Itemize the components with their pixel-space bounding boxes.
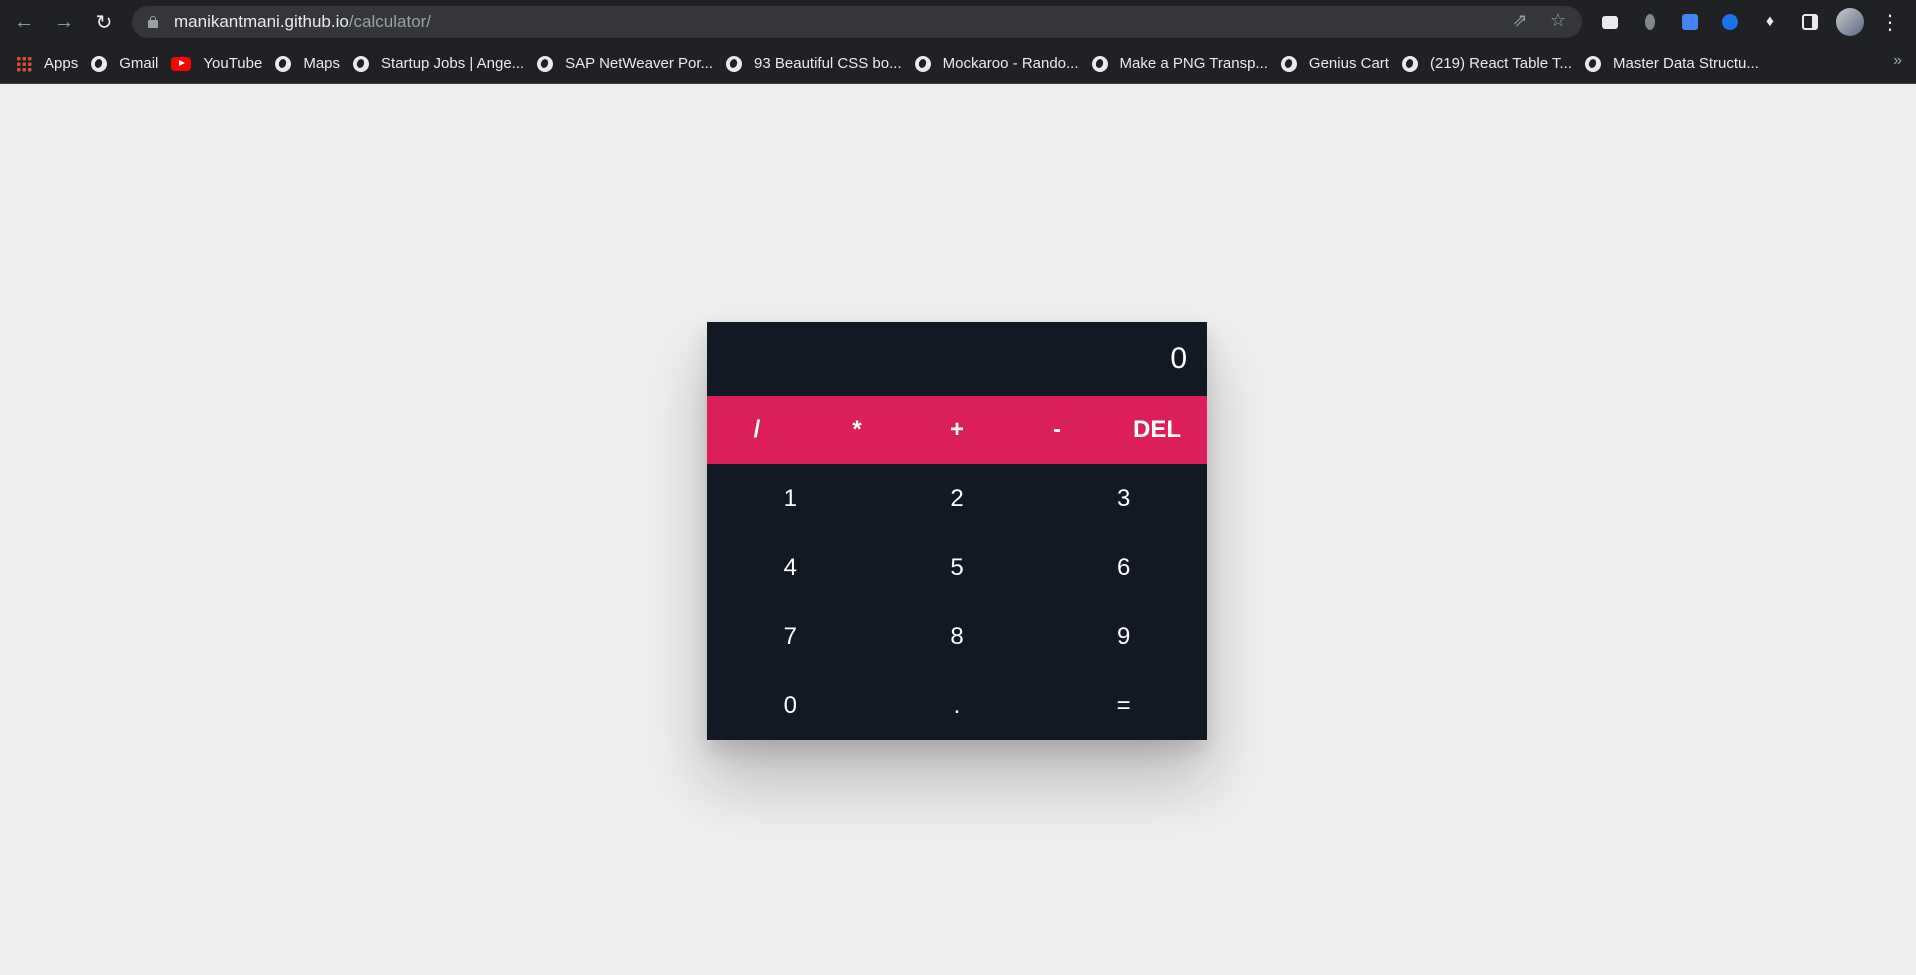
bookmark-label: Master Data Structu... xyxy=(1613,55,1759,72)
bookmarks-bar: Apps Gmail YouTube Maps Startup Jobs | A… xyxy=(0,44,1916,84)
bookmark-maps[interactable]: Maps xyxy=(271,50,349,78)
calculator-display: 0 xyxy=(1170,342,1187,375)
extensions-puzzle-icon[interactable]: ♦ xyxy=(1756,8,1784,36)
globe-icon xyxy=(537,55,554,72)
digit-6-button[interactable]: 6 xyxy=(1040,533,1207,602)
bookmark-label: Gmail xyxy=(119,55,159,72)
digit-2-button[interactable]: 2 xyxy=(874,464,1041,533)
url-path: /calculator/ xyxy=(348,12,432,31)
bookmark-label: Make a PNG Transp... xyxy=(1119,55,1268,72)
extension-icon[interactable] xyxy=(1636,8,1664,36)
address-bar[interactable]: manikantmani.github.io/calculator/ ⇗ ☆ xyxy=(132,6,1582,38)
bookmark-label: Apps xyxy=(44,55,79,72)
forward-arrow-icon[interactable]: → xyxy=(50,8,78,36)
globe-icon xyxy=(1091,55,1108,72)
globe-icon xyxy=(914,55,931,72)
bookmark-png-transparent[interactable]: Make a PNG Transp... xyxy=(1088,50,1277,78)
bookmark-master-dsa[interactable]: Master Data Structu... xyxy=(1581,50,1768,78)
multiply-button[interactable]: * xyxy=(807,396,907,464)
bookmark-genius-cart[interactable]: Genius Cart xyxy=(1277,50,1398,78)
apps-grid-icon xyxy=(16,55,32,72)
translate-extension-icon[interactable] xyxy=(1676,8,1704,36)
globe-icon xyxy=(1585,55,1601,72)
globe-icon xyxy=(275,55,292,72)
globe-icon xyxy=(1401,55,1418,72)
delete-button[interactable]: DEL xyxy=(1107,396,1207,464)
more-bookmarks-chevron-icon[interactable]: » xyxy=(1893,52,1902,70)
bookmark-gmail[interactable]: Gmail xyxy=(87,50,167,78)
equals-button[interactable]: = xyxy=(1040,671,1207,740)
calculator: 0 / * + - DEL 1 2 3 4 5 6 7 8 9 0 . = xyxy=(707,322,1207,740)
browser-toolbar: ← → ↻ manikantmani.github.io/calculator/… xyxy=(0,0,1916,44)
lock-icon[interactable] xyxy=(148,16,158,28)
media-extension-icon[interactable] xyxy=(1596,8,1624,36)
digit-9-button[interactable]: 9 xyxy=(1040,602,1207,671)
menu-kebab-icon[interactable]: ⋮ xyxy=(1876,8,1904,36)
bookmark-apps[interactable]: Apps xyxy=(12,50,87,78)
globe-icon xyxy=(1280,55,1297,72)
digit-4-button[interactable]: 4 xyxy=(707,533,874,602)
bookmark-react-table[interactable]: (219) React Table T... xyxy=(1398,50,1581,78)
digit-5-button[interactable]: 5 xyxy=(874,533,1041,602)
url-host: manikantmani.github.io xyxy=(174,12,349,31)
bookmark-label: 93 Beautiful CSS bo... xyxy=(754,55,902,72)
subtract-button[interactable]: - xyxy=(1007,396,1107,464)
profile-avatar[interactable] xyxy=(1836,8,1864,36)
divide-button[interactable]: / xyxy=(707,396,807,464)
bookmark-label: Maps xyxy=(303,55,341,72)
digit-3-button[interactable]: 3 xyxy=(1040,464,1207,533)
side-panel-icon[interactable] xyxy=(1796,8,1824,36)
share-icon[interactable]: ⇗ xyxy=(1508,10,1532,31)
digit-1-button[interactable]: 1 xyxy=(707,464,874,533)
reload-icon[interactable]: ↻ xyxy=(90,8,118,36)
bookmark-label: SAP NetWeaver Por... xyxy=(565,55,714,72)
bookmark-label: Mockaroo - Rando... xyxy=(942,55,1079,72)
bookmark-youtube[interactable]: YouTube xyxy=(167,50,271,78)
youtube-icon xyxy=(171,56,192,71)
globe-icon xyxy=(353,55,370,72)
digit-0-button[interactable]: 0 xyxy=(707,671,874,740)
add-button[interactable]: + xyxy=(907,396,1007,464)
bookmark-startup-jobs[interactable]: Startup Jobs | Ange... xyxy=(349,50,533,78)
bookmark-label: Genius Cart xyxy=(1308,55,1389,72)
url-text[interactable]: manikantmani.github.io/calculator/ xyxy=(174,12,431,32)
bookmark-label: (219) React Table T... xyxy=(1429,55,1572,72)
bookmark-css-borders[interactable]: 93 Beautiful CSS bo... xyxy=(722,50,911,78)
bookmark-mockaroo[interactable]: Mockaroo - Rando... xyxy=(911,50,1088,78)
dropbox-extension-icon[interactable] xyxy=(1716,8,1744,36)
operators-bar: / * + - DEL xyxy=(707,396,1207,464)
globe-icon xyxy=(726,55,743,72)
bookmark-label: Startup Jobs | Ange... xyxy=(381,55,525,72)
digit-8-button[interactable]: 8 xyxy=(874,602,1041,671)
digits-grid: 1 2 3 4 5 6 7 8 9 0 . = xyxy=(707,464,1207,740)
digit-7-button[interactable]: 7 xyxy=(707,602,874,671)
back-arrow-icon[interactable]: ← xyxy=(10,8,38,36)
decimal-button[interactable]: . xyxy=(874,671,1041,740)
star-icon[interactable]: ☆ xyxy=(1546,10,1570,31)
bookmark-label: YouTube xyxy=(203,55,263,72)
globe-icon xyxy=(91,55,108,72)
bookmark-sap-netweaver[interactable]: SAP NetWeaver Por... xyxy=(533,50,722,78)
